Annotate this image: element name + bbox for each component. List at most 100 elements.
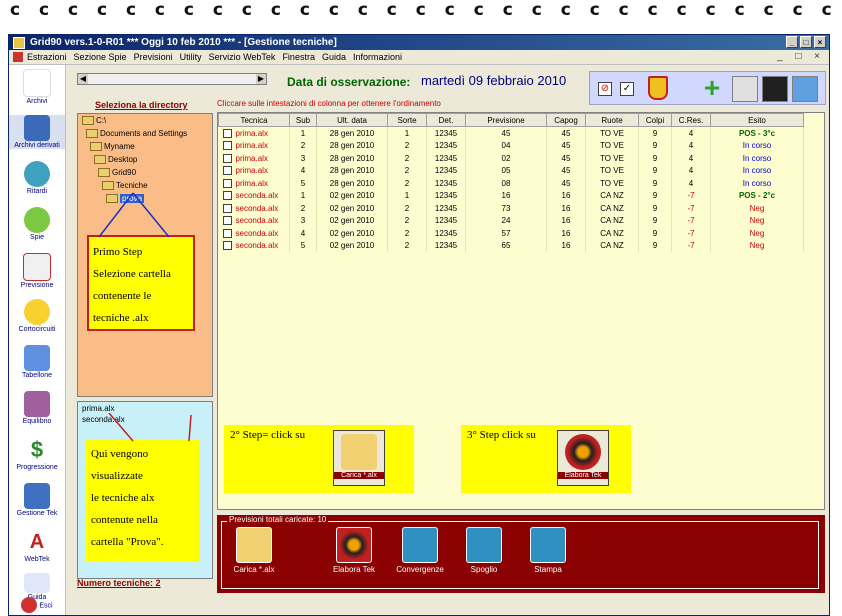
technique-count: Numero tecniche: 2 bbox=[77, 578, 161, 588]
toolbar-esci[interactable]: Esci bbox=[9, 597, 65, 614]
plus-icon[interactable]: + bbox=[700, 74, 724, 102]
file-item[interactable]: seconda.alx bbox=[82, 415, 125, 424]
table-cell: POS - 2°c bbox=[710, 189, 804, 202]
dir-item-selected[interactable]: prova bbox=[106, 194, 145, 203]
directory-scrollbar[interactable]: ◀ ▶ bbox=[77, 73, 267, 85]
table-cell: 08 bbox=[465, 177, 547, 190]
table-row[interactable]: prima.alx 3 28 gen 2010 2 12345 02 45 TO VE 9 4 In… bbox=[218, 152, 804, 165]
row-checkbox[interactable] bbox=[222, 141, 232, 151]
column-header[interactable]: Tecnica bbox=[218, 113, 290, 127]
column-header[interactable]: Ruote bbox=[585, 113, 639, 127]
toolbar-archivi[interactable]: Archivi bbox=[9, 69, 65, 105]
minimize-button[interactable]: _ bbox=[786, 36, 798, 48]
column-header[interactable]: Colpi bbox=[638, 113, 672, 127]
window-title: Grid90 vers.1-0-R01 *** Oggi 10 feb 2010… bbox=[30, 37, 337, 48]
row-checkbox[interactable] bbox=[222, 128, 232, 138]
table-row[interactable]: seconda.alx 5 02 gen 2010 2 12345 65 16 CA NZ 9-… bbox=[218, 239, 804, 252]
column-header[interactable]: Ult. data bbox=[316, 113, 388, 127]
menu-informazioni[interactable]: Informazioni bbox=[353, 52, 402, 62]
export-icon[interactable] bbox=[792, 76, 818, 102]
step3-elabora-button[interactable]: Elabora Tek bbox=[557, 430, 609, 486]
step2-load-button[interactable]: Carica *.alx bbox=[333, 430, 385, 486]
maximize-button[interactable]: □ bbox=[800, 36, 812, 48]
toolbar-webtek[interactable]: A WebTek bbox=[9, 529, 65, 563]
mdi-controls[interactable]: _ □ × bbox=[777, 51, 825, 62]
table-cell: TO VE bbox=[585, 139, 639, 152]
menu-finestra[interactable]: Finestra bbox=[282, 52, 315, 62]
row-checkbox[interactable] bbox=[222, 166, 232, 176]
folder-icon bbox=[86, 129, 98, 138]
row-checkbox[interactable] bbox=[222, 191, 232, 201]
row-checkbox[interactable] bbox=[222, 228, 232, 238]
elabora-tek-button[interactable]: Elabora Tek bbox=[329, 527, 379, 574]
save-icon[interactable] bbox=[762, 76, 788, 102]
table-cell: 9 bbox=[638, 164, 672, 177]
file-item[interactable]: prima.alx bbox=[82, 404, 114, 413]
toolbar-ritardi[interactable]: Ritardi bbox=[9, 161, 65, 195]
edit-icon[interactable] bbox=[732, 76, 758, 102]
table-cell: CA NZ bbox=[585, 202, 639, 215]
table-row[interactable]: prima.alx 5 28 gen 2010 2 12345 08 45 TO VE 9 4 In… bbox=[218, 177, 804, 190]
dir-item[interactable]: Tecniche bbox=[102, 181, 148, 190]
scroll-right-icon[interactable]: ▶ bbox=[256, 74, 266, 84]
table-cell: TO VE bbox=[585, 164, 639, 177]
table-cell: -7 bbox=[671, 227, 711, 240]
menu-sezione-spie[interactable]: Sezione Spie bbox=[74, 52, 127, 62]
menu-estrazioni[interactable]: Estrazioni bbox=[27, 52, 67, 62]
dir-item[interactable]: Documents and Settings bbox=[86, 129, 187, 138]
column-header[interactable]: Esito bbox=[710, 113, 804, 127]
table-row[interactable]: seconda.alx 1 02 gen 2010 1 12345 16 16 CA NZ 9-… bbox=[218, 189, 804, 202]
row-checkbox[interactable] bbox=[222, 216, 232, 226]
no-entry-icon[interactable]: ⊘ bbox=[598, 82, 612, 96]
row-checkbox[interactable] bbox=[222, 178, 232, 188]
table-cell: 16 bbox=[546, 239, 586, 252]
table-cell: 4 bbox=[671, 126, 711, 140]
convergenze-button[interactable]: Convergenze bbox=[395, 527, 445, 574]
table-row[interactable]: prima.alx 2 28 gen 2010 2 12345 04 45 TO VE 9 4 In… bbox=[218, 139, 804, 152]
table-cell: 12345 bbox=[426, 202, 466, 215]
menu-previsioni[interactable]: Previsioni bbox=[134, 52, 173, 62]
cup-icon[interactable] bbox=[648, 76, 668, 100]
table-cell: 5 bbox=[289, 177, 317, 190]
column-header[interactable]: Sorte bbox=[387, 113, 427, 127]
table-row[interactable]: seconda.alx 3 02 gen 2010 2 12345 24 16 CA NZ 9-… bbox=[218, 214, 804, 227]
menu-utility[interactable]: Utility bbox=[180, 52, 202, 62]
close-button[interactable]: × bbox=[814, 36, 826, 48]
row-checkbox[interactable] bbox=[222, 241, 232, 251]
table-row[interactable]: prima.alx 1 28 gen 2010 1 12345 45 45 TO VE 9 4 PO… bbox=[218, 126, 804, 140]
table-cell: 4 bbox=[671, 177, 711, 190]
scroll-left-icon[interactable]: ◀ bbox=[78, 74, 88, 84]
column-header[interactable]: Capog bbox=[546, 113, 586, 127]
column-header[interactable]: C.Res. bbox=[671, 113, 711, 127]
toolbar-progressione[interactable]: $ Progressione bbox=[9, 437, 65, 471]
table-row[interactable]: seconda.alx 4 02 gen 2010 2 12345 57 16 CA NZ 9-… bbox=[218, 227, 804, 240]
checkbox-icon[interactable]: ✓ bbox=[620, 82, 634, 96]
column-header[interactable]: Previsione bbox=[465, 113, 547, 127]
table-cell: CA NZ bbox=[585, 227, 639, 240]
table-row[interactable]: prima.alx 4 28 gen 2010 2 12345 05 45 TO VE 9 4 In… bbox=[218, 164, 804, 177]
row-checkbox[interactable] bbox=[222, 153, 232, 163]
column-header[interactable]: Sub bbox=[289, 113, 317, 127]
stampa-button[interactable]: Stampa bbox=[523, 527, 573, 574]
dir-item[interactable]: C:\ bbox=[82, 116, 106, 125]
table-row[interactable]: seconda.alx 2 02 gen 2010 2 12345 73 16 CA NZ 9-… bbox=[218, 202, 804, 215]
dir-item[interactable]: Myname bbox=[90, 142, 135, 151]
toolbar-archivi-derivati[interactable]: Archivi derivati bbox=[9, 115, 65, 149]
toolbar-previsione[interactable]: Previsione bbox=[9, 253, 65, 289]
column-header[interactable]: Det. bbox=[426, 113, 466, 127]
toolbar-equilibrio[interactable]: Equilibrio bbox=[9, 391, 65, 425]
dir-item[interactable]: Desktop bbox=[94, 155, 137, 164]
carica-alx-button[interactable]: Carica *.alx bbox=[229, 527, 279, 574]
toolbar-spie[interactable]: Spie bbox=[9, 207, 65, 241]
toolbar-cortocircuiti[interactable]: Cortocircuiti bbox=[9, 299, 65, 333]
table-cell: 2 bbox=[387, 152, 427, 165]
menu-guida[interactable]: Guida bbox=[322, 52, 346, 62]
table-cell: 45 bbox=[546, 152, 586, 165]
toolbar-gestione-tek[interactable]: Gestione Tek bbox=[9, 483, 65, 517]
toolbar-tabellone[interactable]: Tabellone bbox=[9, 345, 65, 379]
menu-servizio-webtek[interactable]: Servizio WebTek bbox=[209, 52, 276, 62]
spoglio-button[interactable]: Spoglio bbox=[459, 527, 509, 574]
table-cell: seconda.alx bbox=[218, 189, 290, 202]
row-checkbox[interactable] bbox=[222, 203, 232, 213]
dir-item[interactable]: Grid90 bbox=[98, 168, 136, 177]
